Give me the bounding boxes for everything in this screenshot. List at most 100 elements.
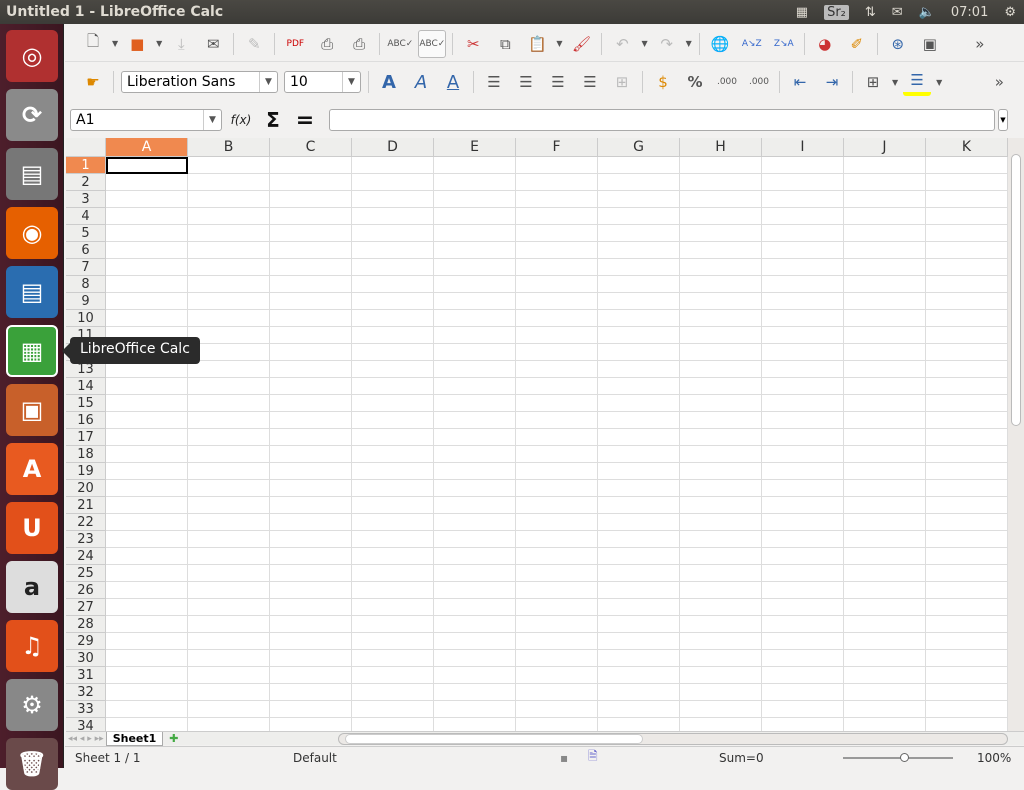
- export-icon[interactable]: ✉: [199, 30, 227, 58]
- zoom-slider-handle[interactable]: [900, 753, 909, 762]
- row-header[interactable]: 3: [66, 191, 106, 208]
- merge-cells-icon[interactable]: ⊞: [608, 68, 636, 96]
- chevron-down-icon[interactable]: ▼: [203, 110, 221, 130]
- row-header[interactable]: 28: [66, 616, 106, 633]
- new-document-icon[interactable]: 🗋: [79, 30, 107, 58]
- row-header[interactable]: 8: [66, 276, 106, 293]
- spellcheck-icon[interactable]: ABC✓: [386, 30, 414, 58]
- column-header[interactable]: B: [188, 138, 270, 157]
- chart-icon[interactable]: ◕: [811, 30, 839, 58]
- row-header[interactable]: 7: [66, 259, 106, 276]
- autospellcheck-icon[interactable]: ABC✓: [418, 29, 447, 58]
- impress-icon[interactable]: ▣: [6, 384, 58, 436]
- borders-icon[interactable]: ⊞: [859, 68, 887, 96]
- row-header[interactable]: 1: [66, 157, 106, 174]
- column-header[interactable]: D: [352, 138, 434, 157]
- gallery-icon[interactable]: ▣: [916, 30, 944, 58]
- add-decimal-icon[interactable]: .000: [713, 68, 741, 96]
- toolbar-overflow-icon[interactable]: »: [985, 68, 1013, 96]
- power-gear-icon[interactable]: ⚙: [1004, 5, 1016, 20]
- name-box[interactable]: A1 ▼: [70, 109, 222, 131]
- toolbar-overflow-icon[interactable]: »: [966, 30, 994, 58]
- workspace-switcher-icon[interactable]: ▦: [796, 5, 808, 20]
- clock[interactable]: 07:01: [951, 5, 988, 20]
- paste-icon[interactable]: 📋: [523, 30, 551, 58]
- redo-icon[interactable]: ↷: [653, 30, 681, 58]
- column-header[interactable]: K: [926, 138, 1008, 157]
- bold-icon[interactable]: A: [375, 68, 403, 96]
- sort-ascending-icon[interactable]: A↘Z: [738, 30, 766, 58]
- row-header[interactable]: 4: [66, 208, 106, 225]
- trash-icon[interactable]: 🗑: [6, 738, 58, 790]
- column-header[interactable]: G: [598, 138, 680, 157]
- keyboard-indicator[interactable]: Sr₂: [824, 4, 849, 20]
- sum-button[interactable]: Σ: [259, 106, 287, 134]
- undo-icon[interactable]: ↶: [608, 30, 636, 58]
- export-pdf-icon[interactable]: PDF: [281, 30, 309, 58]
- cut-icon[interactable]: ✂: [459, 30, 487, 58]
- add-sheet-icon[interactable]: ✚: [163, 732, 184, 745]
- print-preview-icon[interactable]: ⎙: [345, 30, 373, 58]
- expand-formula-icon[interactable]: ▼: [998, 109, 1008, 131]
- row-header[interactable]: 17: [66, 429, 106, 446]
- select-all-corner[interactable]: [66, 138, 106, 157]
- function-wizard-button[interactable]: f(x): [227, 106, 255, 134]
- row-header[interactable]: 14: [66, 378, 106, 395]
- scroll-thumb[interactable]: [1011, 154, 1021, 426]
- amazon-icon[interactable]: a: [6, 561, 58, 613]
- delete-decimal-icon[interactable]: .000: [745, 68, 773, 96]
- edit-file-icon[interactable]: ✎: [240, 30, 268, 58]
- align-left-icon[interactable]: ☰: [480, 68, 508, 96]
- row-header[interactable]: 21: [66, 497, 106, 514]
- volume-icon[interactable]: 🔈: [919, 5, 935, 20]
- row-header[interactable]: 31: [66, 667, 106, 684]
- ubuntu-one-icon[interactable]: U: [6, 502, 58, 554]
- row-header[interactable]: 25: [66, 565, 106, 582]
- font-size-combo[interactable]: 10 ▼: [284, 71, 361, 93]
- column-header[interactable]: A: [106, 138, 188, 157]
- vertical-scrollbar[interactable]: [1008, 138, 1024, 735]
- writer-icon[interactable]: ▤: [6, 266, 58, 318]
- zoom-level[interactable]: 100%: [977, 751, 1011, 765]
- copy-icon[interactable]: ⧉: [491, 30, 519, 58]
- underline-icon[interactable]: A: [439, 68, 467, 96]
- sheet-nav-buttons[interactable]: ◂◂ ◂ ▸ ▸▸: [66, 734, 106, 744]
- software-center-icon[interactable]: A: [6, 443, 58, 495]
- network-icon[interactable]: ⇅: [865, 5, 876, 20]
- align-right-icon[interactable]: ☰: [544, 68, 572, 96]
- row-header[interactable]: 15: [66, 395, 106, 412]
- scroll-thumb[interactable]: [345, 734, 643, 744]
- open-icon[interactable]: ■: [123, 30, 151, 58]
- row-header[interactable]: 23: [66, 531, 106, 548]
- row-header[interactable]: 26: [66, 582, 106, 599]
- increase-indent-icon[interactable]: ⇥: [818, 68, 846, 96]
- sort-descending-icon[interactable]: Z↘A: [770, 30, 798, 58]
- navigator-icon[interactable]: ⊛: [884, 30, 912, 58]
- clone-formatting-icon[interactable]: 🖌: [567, 30, 595, 58]
- row-header[interactable]: 16: [66, 412, 106, 429]
- row-header[interactable]: 20: [66, 480, 106, 497]
- row-header[interactable]: 22: [66, 514, 106, 531]
- files-icon[interactable]: ▤: [6, 148, 58, 200]
- draw-functions-icon[interactable]: ✐: [843, 30, 871, 58]
- row-header[interactable]: 33: [66, 701, 106, 718]
- mail-icon[interactable]: ✉: [892, 5, 903, 20]
- row-header[interactable]: 9: [66, 293, 106, 310]
- column-header[interactable]: H: [680, 138, 762, 157]
- align-center-icon[interactable]: ☰: [512, 68, 540, 96]
- row-header[interactable]: 18: [66, 446, 106, 463]
- column-header[interactable]: F: [516, 138, 598, 157]
- column-header[interactable]: C: [270, 138, 352, 157]
- active-cell-cursor[interactable]: [106, 157, 188, 174]
- horizontal-scrollbar[interactable]: [338, 733, 1008, 745]
- column-header[interactable]: I: [762, 138, 844, 157]
- ubuntu-one-music-icon[interactable]: ♫: [6, 620, 58, 672]
- row-header[interactable]: 6: [66, 242, 106, 259]
- currency-format-icon[interactable]: $: [649, 68, 677, 96]
- calc-icon[interactable]: ▦: [6, 325, 58, 377]
- print-icon[interactable]: ⎙: [313, 30, 341, 58]
- chevron-down-icon[interactable]: ▼: [342, 72, 360, 92]
- page-style[interactable]: Default: [293, 751, 337, 765]
- row-header[interactable]: 30: [66, 650, 106, 667]
- column-header[interactable]: J: [844, 138, 926, 157]
